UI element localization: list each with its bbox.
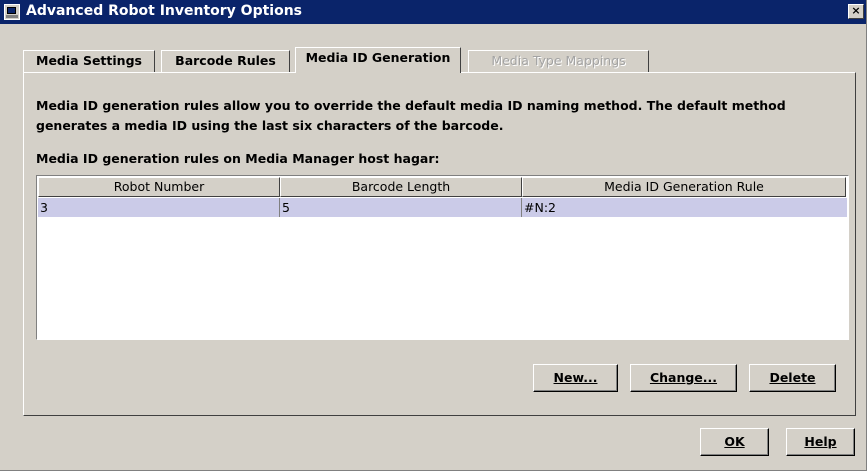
new-button[interactable]: New...	[533, 364, 618, 392]
help-button[interactable]: Help	[786, 428, 855, 456]
window-title: Advanced Robot Inventory Options	[26, 3, 303, 19]
application-icon	[4, 4, 20, 20]
tab-media-settings[interactable]: Media Settings	[23, 50, 155, 72]
dialog-window: Advanced Robot Inventory Options × Media…	[0, 0, 867, 471]
tab-barcode-rules[interactable]: Barcode Rules	[161, 50, 290, 72]
ok-button[interactable]: OK	[700, 428, 769, 456]
description-line-2: generates a media ID using the last six …	[36, 118, 504, 133]
rules-table[interactable]: Robot Number Barcode Length Media ID Gen…	[36, 175, 849, 340]
cell-robot-number: 3	[38, 198, 280, 217]
table-row[interactable]: 3 5 #N:2	[38, 198, 847, 217]
cell-barcode-length: 5	[280, 198, 522, 217]
table-caption: Media ID generation rules on Media Manag…	[36, 151, 440, 166]
delete-button[interactable]: Delete	[749, 364, 836, 392]
tab-media-id-generation[interactable]: Media ID Generation	[295, 47, 461, 73]
tab-media-type-mappings: Media Type Mappings	[468, 50, 649, 72]
column-header-robot-number[interactable]: Robot Number	[38, 177, 280, 197]
change-button[interactable]: Change...	[630, 364, 737, 392]
title-bar[interactable]: Advanced Robot Inventory Options ×	[0, 0, 866, 24]
column-header-media-id-rule[interactable]: Media ID Generation Rule	[522, 177, 846, 197]
close-icon[interactable]: ×	[848, 4, 864, 19]
cell-media-id-rule: #N:2	[524, 200, 556, 215]
column-header-barcode-length[interactable]: Barcode Length	[280, 177, 522, 197]
description-line-1: Media ID generation rules allow you to o…	[36, 98, 786, 113]
